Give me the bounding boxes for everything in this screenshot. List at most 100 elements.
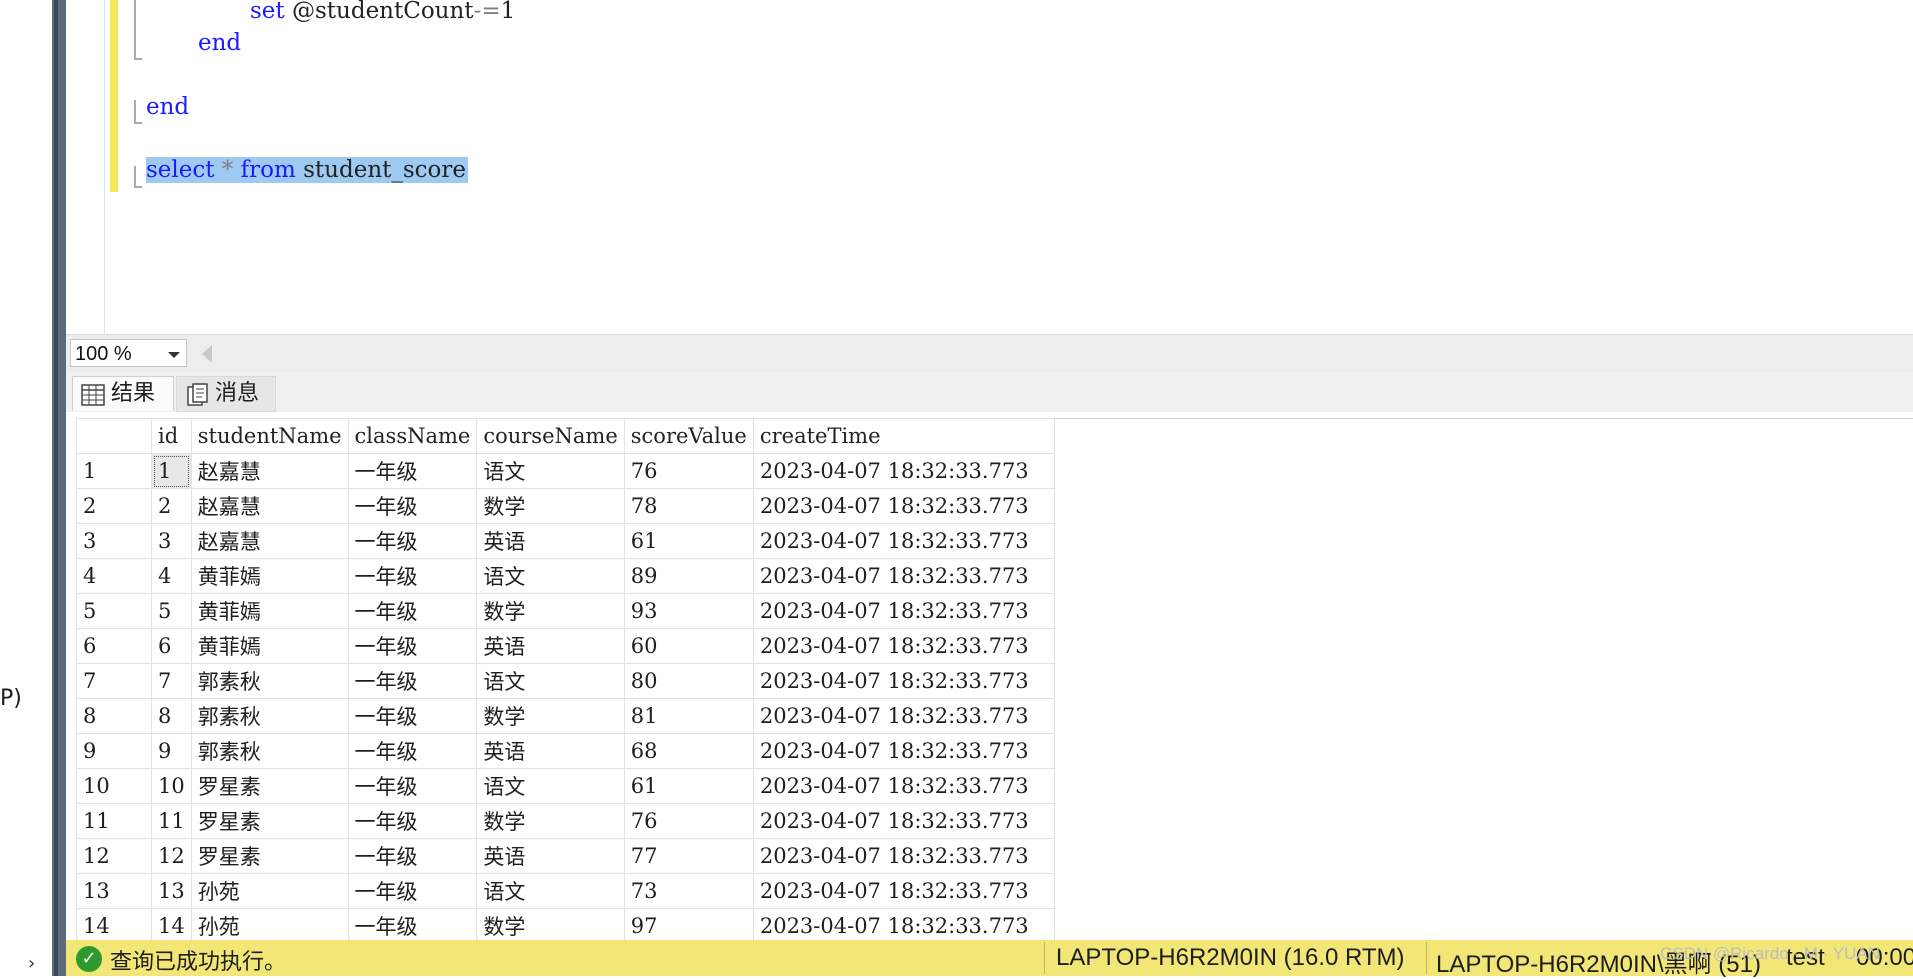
row-number[interactable]: 12 — [76, 838, 152, 874]
cell-id[interactable]: 14 — [151, 908, 192, 944]
tab-messages[interactable]: 消息 — [176, 376, 276, 412]
table-row[interactable]: 6 6 黄菲嫣 一年级 英语 60 2023-04-07 18:32:33.773 — [76, 628, 1055, 664]
cell-coursename[interactable]: 语文 — [476, 768, 625, 804]
row-number[interactable]: 1 — [76, 453, 152, 489]
cell-studentname[interactable]: 郭素秋 — [190, 698, 349, 734]
cell-classname[interactable]: 一年级 — [347, 663, 478, 699]
cell-coursename[interactable]: 英语 — [476, 523, 625, 559]
cell-id[interactable]: 11 — [151, 803, 192, 839]
cell-coursename[interactable]: 英语 — [476, 733, 625, 769]
cell-id[interactable]: 9 — [151, 733, 192, 769]
cell-scorevalue[interactable]: 89 — [623, 558, 754, 594]
cell-studentname[interactable]: 孙苑 — [190, 873, 349, 909]
table-row[interactable]: 8 8 郭素秋 一年级 数学 81 2023-04-07 18:32:33.773 — [76, 698, 1055, 734]
cell-studentname[interactable]: 孙苑 — [190, 908, 349, 944]
cell-classname[interactable]: 一年级 — [347, 838, 478, 874]
cell-scorevalue[interactable]: 60 — [623, 628, 754, 664]
row-number[interactable]: 11 — [76, 803, 152, 839]
cell-coursename[interactable]: 数学 — [476, 488, 625, 524]
cell-scorevalue[interactable]: 76 — [623, 803, 754, 839]
row-number[interactable]: 4 — [76, 558, 152, 594]
cell-studentname[interactable]: 赵嘉慧 — [190, 453, 349, 489]
table-row[interactable]: 7 7 郭素秋 一年级 语文 80 2023-04-07 18:32:33.773 — [76, 663, 1055, 699]
cell-classname[interactable]: 一年级 — [347, 873, 478, 909]
table-row[interactable]: 1 1 赵嘉慧 一年级 语文 76 2023-04-07 18:32:33.773 — [76, 453, 1055, 489]
cell-createtime[interactable]: 2023-04-07 18:32:33.773 — [752, 453, 1055, 489]
cell-createtime[interactable]: 2023-04-07 18:32:33.773 — [752, 838, 1055, 874]
cell-id[interactable]: 4 — [151, 558, 192, 594]
cell-id[interactable]: 12 — [151, 838, 192, 874]
table-row[interactable]: 14 14 孙苑 一年级 数学 97 2023-04-07 18:32:33.773 — [76, 908, 1055, 944]
cell-studentname[interactable]: 罗星素 — [190, 768, 349, 804]
cell-classname[interactable]: 一年级 — [347, 453, 478, 489]
cell-scorevalue[interactable]: 81 — [623, 698, 754, 734]
row-number-header[interactable] — [76, 418, 152, 454]
cell-createtime[interactable]: 2023-04-07 18:32:33.773 — [752, 873, 1055, 909]
column-header-createtime[interactable]: createTime — [752, 418, 1055, 454]
cell-classname[interactable]: 一年级 — [347, 908, 478, 944]
column-header-scorevalue[interactable]: scoreValue — [623, 418, 754, 454]
cell-coursename[interactable]: 数学 — [476, 908, 625, 944]
chevron-right-icon[interactable]: › — [28, 953, 35, 974]
column-header-id[interactable]: id — [151, 418, 192, 454]
results-grid[interactable]: id studentName className courseName scor… — [76, 418, 1055, 944]
cell-studentname[interactable]: 黄菲嫣 — [190, 628, 349, 664]
cell-createtime[interactable]: 2023-04-07 18:32:33.773 — [752, 908, 1055, 944]
cell-createtime[interactable]: 2023-04-07 18:32:33.773 — [752, 558, 1055, 594]
scroll-left-arrow-icon[interactable] — [202, 345, 212, 363]
cell-scorevalue[interactable]: 73 — [623, 873, 754, 909]
cell-coursename[interactable]: 数学 — [476, 593, 625, 629]
code-line-end-inner[interactable]: end — [198, 30, 241, 56]
cell-classname[interactable]: 一年级 — [347, 698, 478, 734]
table-row[interactable]: 10 10 罗星素 一年级 语文 61 2023-04-07 18:32:33.773 — [76, 768, 1055, 804]
row-number[interactable]: 7 — [76, 663, 152, 699]
row-number[interactable]: 2 — [76, 488, 152, 524]
tab-results[interactable]: 结果 — [72, 376, 174, 411]
column-header-classname[interactable]: className — [347, 418, 478, 454]
table-row[interactable]: 12 12 罗星素 一年级 英语 77 2023-04-07 18:32:33.773 — [76, 838, 1055, 874]
cell-studentname[interactable]: 黄菲嫣 — [190, 593, 349, 629]
cell-classname[interactable]: 一年级 — [347, 628, 478, 664]
results-grid-area[interactable]: id studentName className courseName scor… — [66, 412, 1913, 944]
chevron-down-icon[interactable] — [168, 352, 180, 358]
cell-createtime[interactable]: 2023-04-07 18:32:33.773 — [752, 663, 1055, 699]
cell-createtime[interactable]: 2023-04-07 18:32:33.773 — [752, 488, 1055, 524]
cell-classname[interactable]: 一年级 — [347, 523, 478, 559]
row-number[interactable]: 3 — [76, 523, 152, 559]
cell-scorevalue[interactable]: 76 — [623, 453, 754, 489]
cell-coursename[interactable]: 语文 — [476, 558, 625, 594]
column-header-coursename[interactable]: courseName — [476, 418, 625, 454]
cell-id[interactable]: 7 — [151, 663, 192, 699]
cell-scorevalue[interactable]: 97 — [623, 908, 754, 944]
cell-scorevalue[interactable]: 61 — [623, 768, 754, 804]
cell-scorevalue[interactable]: 93 — [623, 593, 754, 629]
row-number[interactable]: 10 — [76, 768, 152, 804]
table-row[interactable]: 4 4 黄菲嫣 一年级 语文 89 2023-04-07 18:32:33.773 — [76, 558, 1055, 594]
table-row[interactable]: 3 3 赵嘉慧 一年级 英语 61 2023-04-07 18:32:33.773 — [76, 523, 1055, 559]
row-number[interactable]: 14 — [76, 908, 152, 944]
cell-classname[interactable]: 一年级 — [347, 768, 478, 804]
row-number[interactable]: 5 — [76, 593, 152, 629]
cell-studentname[interactable]: 罗星素 — [190, 803, 349, 839]
cell-studentname[interactable]: 赵嘉慧 — [190, 488, 349, 524]
cell-studentname[interactable]: 郭素秋 — [190, 733, 349, 769]
column-header-studentname[interactable]: studentName — [190, 418, 349, 454]
cell-studentname[interactable]: 郭素秋 — [190, 663, 349, 699]
panel-splitter[interactable] — [52, 0, 66, 976]
cell-coursename[interactable]: 英语 — [476, 628, 625, 664]
row-number[interactable]: 8 — [76, 698, 152, 734]
cell-coursename[interactable]: 英语 — [476, 838, 625, 874]
row-number[interactable]: 13 — [76, 873, 152, 909]
cell-scorevalue[interactable]: 77 — [623, 838, 754, 874]
cell-id[interactable]: 5 — [151, 593, 192, 629]
code-line-select-selected[interactable]: select * from student_score — [146, 157, 469, 183]
cell-id[interactable]: 10 — [151, 768, 192, 804]
cell-scorevalue[interactable]: 78 — [623, 488, 754, 524]
cell-classname[interactable]: 一年级 — [347, 558, 478, 594]
cell-createtime[interactable]: 2023-04-07 18:32:33.773 — [752, 768, 1055, 804]
table-row[interactable]: 11 11 罗星素 一年级 数学 76 2023-04-07 18:32:33.773 — [76, 803, 1055, 839]
cell-id[interactable]: 13 — [151, 873, 192, 909]
cell-id[interactable]: 3 — [151, 523, 192, 559]
table-row[interactable]: 13 13 孙苑 一年级 语文 73 2023-04-07 18:32:33.773 — [76, 873, 1055, 909]
cell-createtime[interactable]: 2023-04-07 18:32:33.773 — [752, 698, 1055, 734]
